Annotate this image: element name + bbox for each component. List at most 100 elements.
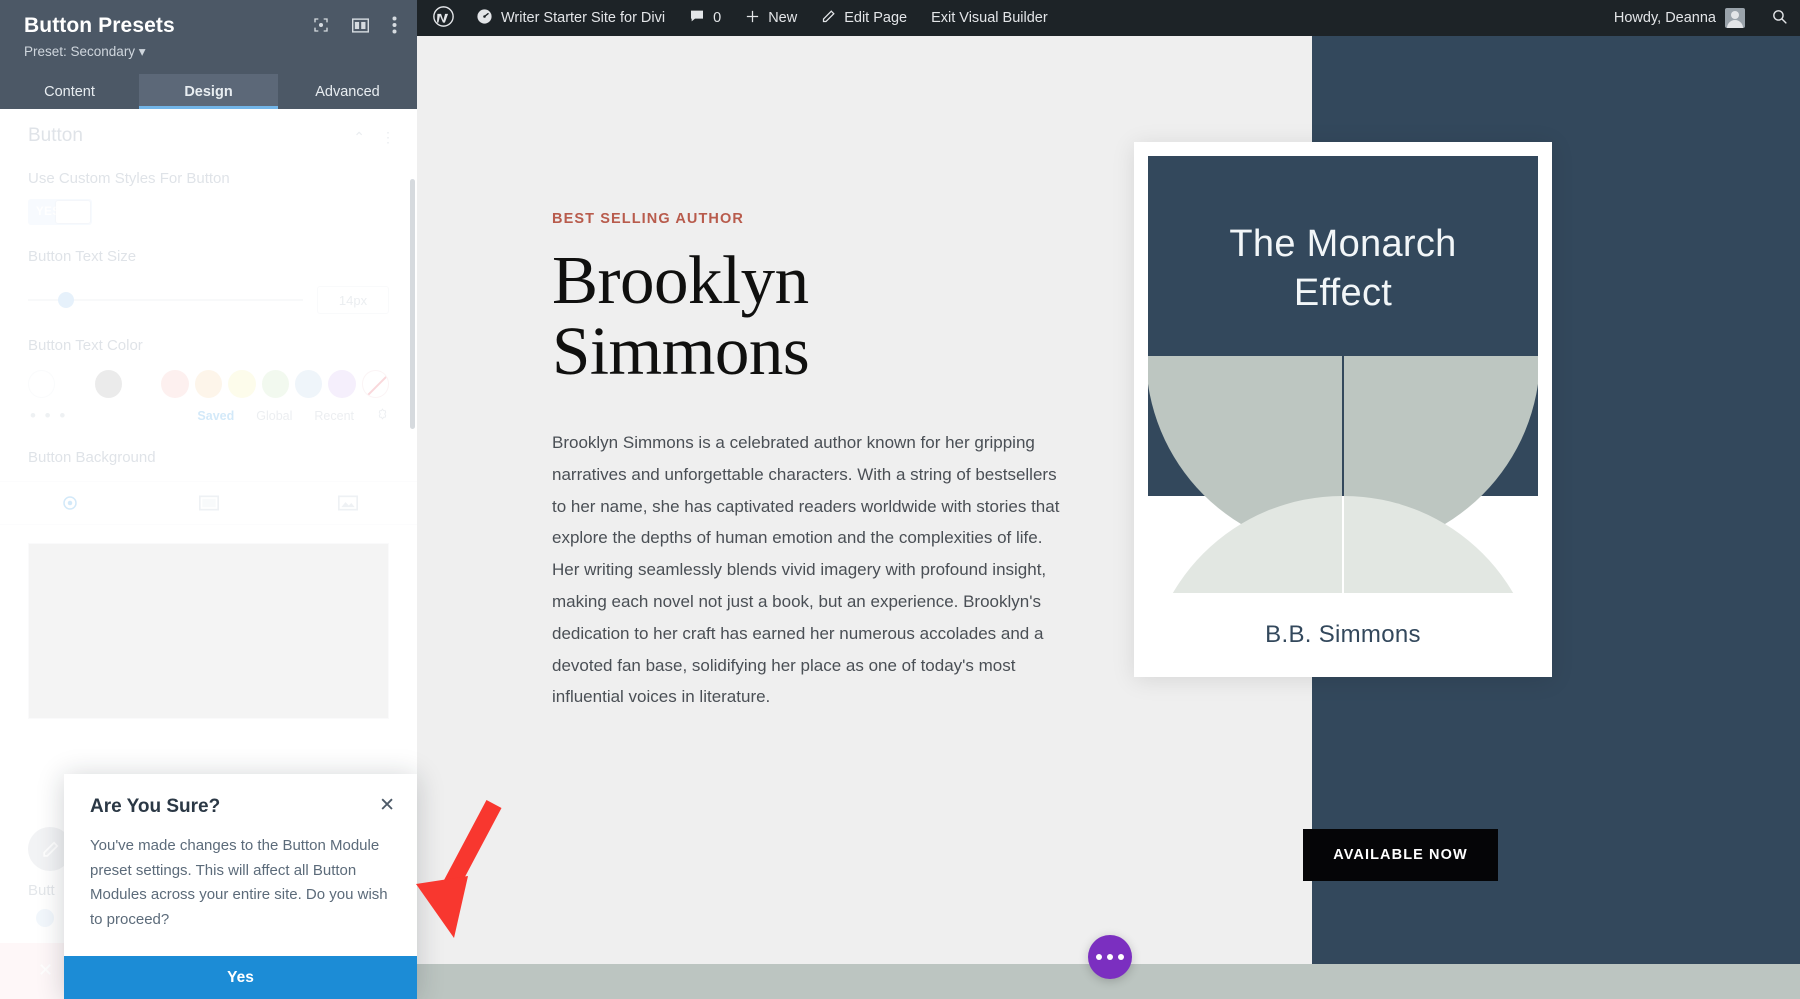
focus-target-icon[interactable] xyxy=(313,17,329,33)
background-color-tab[interactable] xyxy=(0,482,139,524)
custom-styles-field: Use Custom Styles For Button YES xyxy=(0,169,417,225)
swatch-white[interactable] xyxy=(61,369,89,398)
avatar xyxy=(1725,8,1745,28)
page-title: Brooklyn Simmons xyxy=(552,242,1112,390)
custom-styles-toggle[interactable]: YES xyxy=(28,198,92,225)
preset-selector[interactable]: Preset: Secondary ▾ xyxy=(24,44,397,60)
button-background-field: Button Background xyxy=(0,448,417,468)
hero-text-block: BEST SELLING AUTHOR Brooklyn Simmons Bro… xyxy=(552,211,1112,713)
text-size-slider[interactable] xyxy=(28,292,303,308)
account-menu[interactable]: Howdy, Deanna xyxy=(1614,8,1759,28)
swatch-purple[interactable] xyxy=(328,369,356,398)
book-title: The Monarch Effect xyxy=(1148,220,1538,319)
button-section-actions: ⌃ ⋮ xyxy=(353,109,395,146)
color-tab-recent[interactable]: Recent xyxy=(314,409,354,423)
toggle-knob xyxy=(56,200,90,223)
settings-panel-header-actions xyxy=(313,16,397,34)
more-vertical-icon[interactable] xyxy=(392,16,397,34)
plus-icon xyxy=(745,9,760,28)
button-background-label: Button Background xyxy=(28,448,156,466)
swatch-orange[interactable] xyxy=(194,369,223,398)
swatch-blue[interactable] xyxy=(294,369,323,398)
comment-bubble-icon xyxy=(689,8,705,28)
close-icon[interactable]: ✕ xyxy=(38,960,53,981)
confirm-dialog-title: Are You Sure? xyxy=(90,796,221,818)
book-author: B.B. Simmons xyxy=(1265,621,1421,648)
confirm-yes-button[interactable]: Yes xyxy=(64,956,417,999)
site-name-menu[interactable]: Writer Starter Site for Divi xyxy=(464,0,677,36)
edit-page-label: Edit Page xyxy=(844,10,908,26)
site-name-label: Writer Starter Site for Divi xyxy=(501,10,666,26)
pencil-icon xyxy=(821,9,836,28)
tab-advanced[interactable]: Advanced xyxy=(278,74,417,109)
book-title-line-1: The Monarch xyxy=(1229,223,1457,265)
wordpress-logo-button[interactable] xyxy=(417,0,464,36)
settings-panel-tabs: Content Design Advanced xyxy=(0,74,417,109)
wp-admin-bar: Writer Starter Site for Divi 0 New Edit … xyxy=(417,0,1800,36)
button-bottom-label: Butt xyxy=(28,882,55,899)
ellipsis-icon-dot-2 xyxy=(1107,954,1113,960)
button-text-color-label: Button Text Color xyxy=(28,337,143,354)
swatch-yellow[interactable] xyxy=(228,369,256,398)
button-section-title: Button xyxy=(28,125,83,146)
new-label: New xyxy=(768,10,798,26)
background-color-preview[interactable] xyxy=(28,543,389,719)
hero-eyebrow: BEST SELLING AUTHOR xyxy=(552,211,744,227)
swatch-none[interactable] xyxy=(28,369,56,398)
exit-visual-builder-link[interactable]: Exit Visual Builder xyxy=(919,0,1060,36)
more-vertical-icon[interactable]: ⋮ xyxy=(381,129,395,146)
swatch-green[interactable] xyxy=(261,369,289,398)
dashboard-icon xyxy=(476,8,493,29)
howdy-label: Howdy, Deanna xyxy=(1613,10,1716,26)
background-type-tabs xyxy=(0,481,417,525)
ellipsis-icon-dot-3 xyxy=(1118,954,1124,960)
exit-visual-builder-label: Exit Visual Builder xyxy=(931,10,1048,26)
swatch-blank[interactable] xyxy=(128,369,156,398)
settings-panel-header: Button Presets Preset: Secondary ▾ xyxy=(0,0,417,74)
comments-count: 0 xyxy=(713,10,722,26)
swatch-gray[interactable] xyxy=(94,369,123,398)
color-tab-saved[interactable]: Saved xyxy=(197,409,234,423)
confirm-dialog-content: Are You Sure? ✕ You've made changes to t… xyxy=(64,774,417,956)
button-section-header[interactable]: Button ⌃ ⋮ xyxy=(0,109,417,147)
swatch-red[interactable] xyxy=(161,369,189,398)
swatch-clear[interactable] xyxy=(361,369,390,398)
tab-design[interactable]: Design xyxy=(139,74,278,109)
color-swatch-row xyxy=(28,369,390,398)
layout-columns-icon[interactable] xyxy=(352,17,369,33)
available-now-button[interactable]: AVAILABLE NOW xyxy=(1303,829,1498,881)
more-dots-icon[interactable]: • • • xyxy=(30,406,67,426)
hero-paragraph: Brooklyn Simmons is a celebrated author … xyxy=(552,433,1060,707)
heading-line-2: Simmons xyxy=(552,313,810,390)
slider-handle[interactable] xyxy=(58,292,74,308)
confirm-dialog: Are You Sure? ✕ You've made changes to t… xyxy=(64,774,417,999)
color-settings-gear-icon[interactable] xyxy=(376,407,389,424)
button-text-size-field: Button Text Size 14px xyxy=(0,247,417,314)
chevron-up-icon[interactable]: ⌃ xyxy=(353,129,365,146)
page-canvas: BEST SELLING AUTHOR Brooklyn Simmons Bro… xyxy=(417,36,1800,999)
button-text-size-control: 14px xyxy=(28,286,389,314)
search-button[interactable] xyxy=(1759,0,1800,36)
book-cover-card: The Monarch Effect B.B. Simmons xyxy=(1134,142,1552,677)
settings-panel-scrollbar[interactable] xyxy=(410,179,415,429)
button-text-color-field: Button Text Color • • • Saved Global Rec… xyxy=(0,336,417,426)
search-icon xyxy=(1771,8,1788,29)
comments-menu[interactable]: 0 xyxy=(677,0,733,36)
page-settings-fab[interactable] xyxy=(1088,935,1132,979)
heading-line-1: Brooklyn xyxy=(552,242,809,318)
blue-indicator-dot xyxy=(36,909,54,927)
color-tab-global[interactable]: Global xyxy=(256,409,292,423)
new-content-menu[interactable]: New xyxy=(733,0,809,36)
app-screen: Writer Starter Site for Divi 0 New Edit … xyxy=(0,0,1800,999)
tab-content[interactable]: Content xyxy=(0,74,139,109)
background-gradient-tab[interactable] xyxy=(139,482,278,524)
close-icon[interactable]: ✕ xyxy=(379,796,395,815)
edit-page-link[interactable]: Edit Page xyxy=(809,0,919,36)
button-text-size-label: Button Text Size xyxy=(28,247,137,265)
text-size-input[interactable]: 14px xyxy=(317,286,389,314)
background-image-tab[interactable] xyxy=(278,482,417,524)
confirm-dialog-body: You've made changes to the Button Module… xyxy=(90,837,388,928)
ellipsis-icon-dot-1 xyxy=(1096,954,1102,960)
wordpress-logo-icon xyxy=(433,5,454,31)
color-source-row: • • • Saved Global Recent xyxy=(28,406,389,426)
